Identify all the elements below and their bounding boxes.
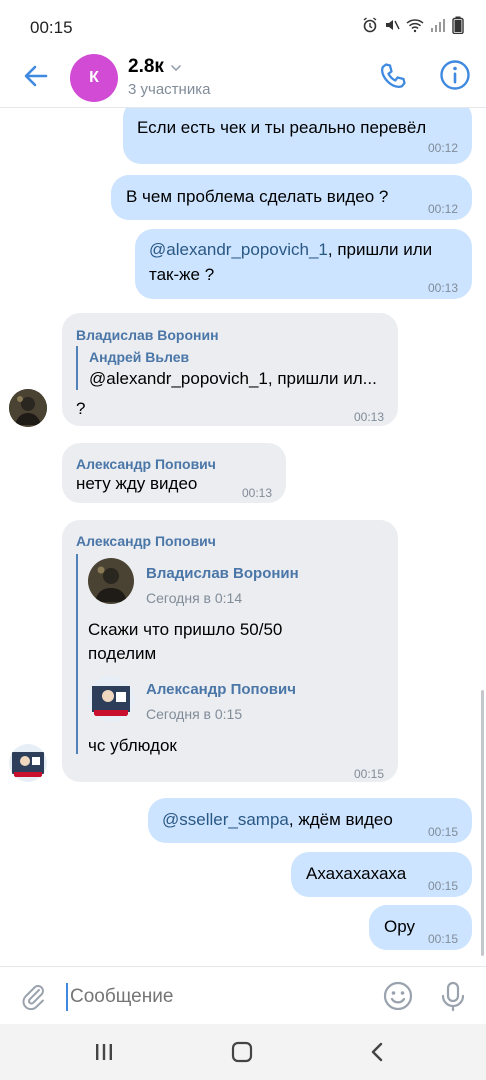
back-arrow-icon[interactable]: [20, 60, 52, 92]
scrollbar[interactable]: [481, 690, 484, 956]
info-icon[interactable]: [438, 58, 472, 92]
message-outgoing[interactable]: @sseller_sampa, ждём видео 00:15: [148, 798, 472, 843]
forward-date: Сегодня в 0:15: [146, 706, 243, 722]
chevron-down-icon[interactable]: [170, 62, 182, 74]
message-time: 00:12: [427, 141, 458, 155]
chat-avatar[interactable]: К: [70, 54, 118, 102]
message-list[interactable]: Если есть чек и ты реально перевёл 00:12…: [0, 108, 486, 966]
message-composer: [0, 966, 486, 1024]
forward-text: чс ублюдок: [88, 736, 177, 755]
mention-link[interactable]: @alexandr_popovich_1: [149, 240, 328, 259]
message-text: нету жду видео: [76, 474, 198, 493]
chat-title[interactable]: 2.8к: [128, 56, 164, 78]
microphone-icon[interactable]: [436, 979, 470, 1013]
message-text-line2: так-же ?: [149, 265, 215, 284]
status-icons: [362, 16, 464, 34]
message-time: 00:13: [353, 410, 384, 424]
reply-text[interactable]: @alexandr_popovich_1, пришли ил...: [89, 367, 377, 391]
system-navigation-bar: [0, 1024, 486, 1080]
sender-name[interactable]: Владислав Воронин: [76, 323, 219, 347]
message-text: ?: [76, 399, 86, 418]
paperclip-icon[interactable]: [18, 981, 48, 1011]
forward-avatar[interactable]: [88, 676, 134, 722]
message-time: 00:13: [241, 486, 272, 500]
mute-icon: [386, 20, 400, 30]
message-incoming[interactable]: Владислав Воронин Андрей Вьлев @alexandr…: [62, 313, 398, 426]
message-text: Если есть чек и ты реально перевёл: [137, 118, 427, 137]
wifi-icon: [406, 19, 424, 33]
message-text: В чем проблема сделать видео ?: [126, 187, 389, 206]
avatar[interactable]: [9, 744, 47, 782]
message-time: 00:15: [427, 932, 458, 946]
forward-avatar[interactable]: [88, 558, 134, 604]
chat-subtitle: 3 участника: [128, 81, 211, 98]
sender-name[interactable]: Александр Попович: [76, 529, 216, 553]
recent-apps-icon[interactable]: [90, 1040, 118, 1064]
message-text: Ахахахахаха: [306, 864, 407, 883]
message-time: 00:15: [427, 825, 458, 839]
forward-text-line2: поделим: [88, 644, 157, 663]
message-text-line1: @alexandr_popovich_1, пришли или: [149, 238, 432, 262]
message-text: , пришли или: [327, 240, 433, 259]
forward-bar: [76, 554, 78, 754]
home-icon[interactable]: [228, 1040, 256, 1064]
emoji-icon[interactable]: [382, 980, 414, 1012]
message-text-line1: @sseller_sampa, ждём видео: [162, 808, 393, 832]
mention-link[interactable]: @sseller_sampa: [162, 810, 289, 829]
message-outgoing[interactable]: Ору 00:15: [369, 905, 472, 950]
signal-icon: [431, 19, 445, 32]
message-incoming[interactable]: Александр Попович нету жду видео 00:13: [62, 443, 286, 503]
status-time: 00:15: [30, 18, 73, 37]
battery-icon: [452, 16, 464, 34]
chat-header: К 2.8к 3 участника: [0, 52, 486, 108]
status-bar: 00:15: [0, 0, 486, 52]
avatar-image: [9, 389, 47, 427]
avatar-image: [88, 558, 134, 604]
reply-author[interactable]: Андрей Вьлев: [89, 345, 189, 369]
reply-bar: [76, 346, 78, 390]
message-outgoing[interactable]: Если есть чек и ты реально перевёл 00:12: [123, 108, 472, 164]
back-nav-icon[interactable]: [364, 1040, 392, 1064]
message-outgoing[interactable]: В чем проблема сделать видео ? 00:12: [111, 175, 472, 220]
message-text: , ждём видео: [288, 810, 393, 829]
forward-date: Сегодня в 0:14: [146, 590, 243, 606]
message-outgoing[interactable]: @alexandr_popovich_1, пришли или так-же …: [135, 229, 472, 299]
message-time: 00:12: [427, 202, 458, 216]
chat-avatar-letter: К: [89, 69, 99, 86]
message-outgoing[interactable]: Ахахахахаха 00:15: [291, 852, 472, 897]
message-text: Ору: [384, 917, 415, 936]
forward-author[interactable]: Александр Попович: [146, 678, 296, 702]
alarm-icon: [363, 17, 377, 33]
avatar-image: [88, 676, 134, 722]
forward-author[interactable]: Владислав Воронин: [146, 562, 299, 586]
message-incoming[interactable]: Александр Попович Владислав Воронин Сего…: [62, 520, 398, 782]
avatar-image: [9, 744, 47, 782]
message-time: 00:15: [353, 767, 384, 781]
forward-text-line1: Скажи что пришло 50/50: [88, 620, 283, 639]
message-time: 00:15: [427, 879, 458, 893]
phone-icon[interactable]: [377, 60, 409, 92]
message-input[interactable]: [66, 983, 366, 1011]
message-time: 00:13: [427, 281, 458, 295]
avatar[interactable]: [9, 389, 47, 427]
